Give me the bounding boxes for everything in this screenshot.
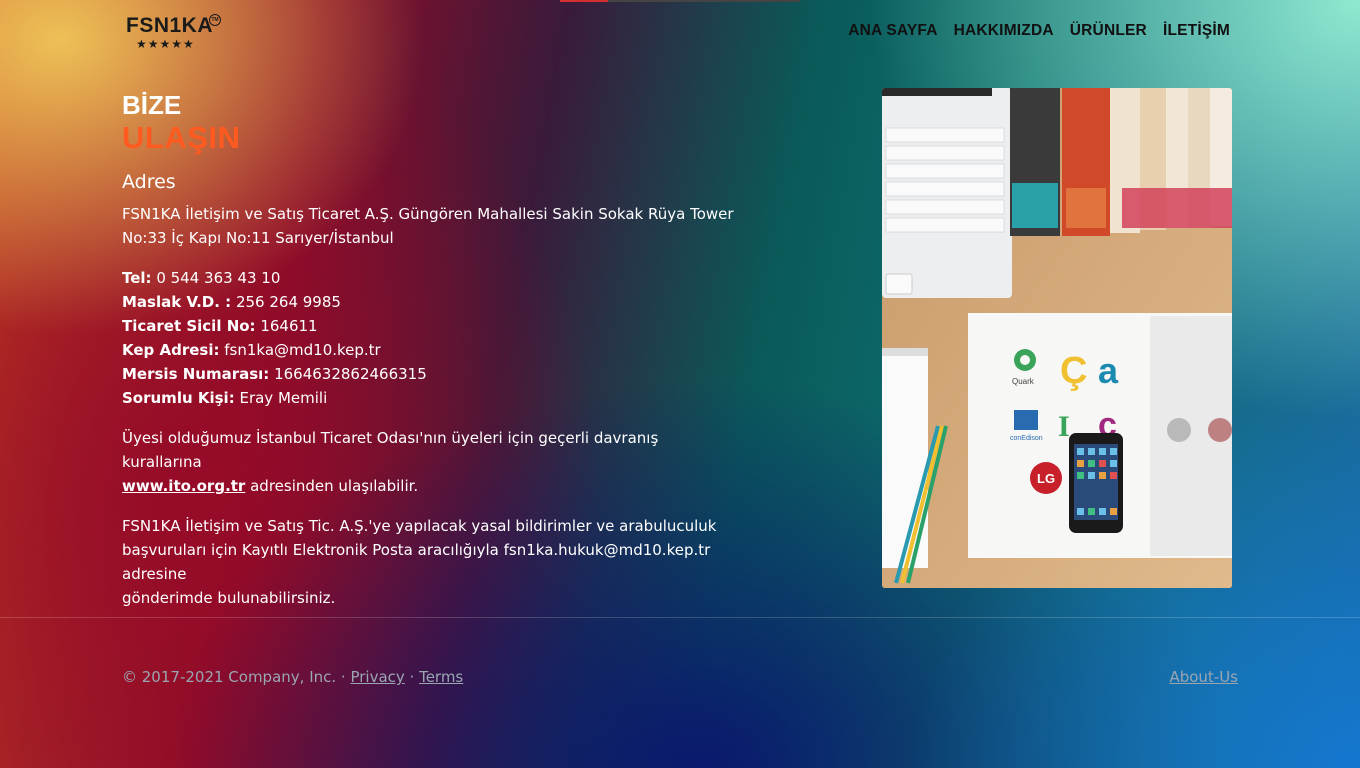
main-nav: ANA SAYFA HAKKIMIZDA ÜRÜNLER İLETİŞİM xyxy=(848,22,1230,40)
ito-notice: Üyesi olduğumuz İstanbul Ticaret Odası'n… xyxy=(122,426,742,498)
lg-logo-icon: LG xyxy=(1037,471,1055,486)
address-line-1: FSN1KA İletişim ve Satış Ticaret A.Ş. Gü… xyxy=(122,205,734,223)
ito-link[interactable]: www.ito.org.tr xyxy=(122,477,245,495)
detail-value: 0 544 363 43 10 xyxy=(151,269,281,287)
detail-label: Kep Adresi: xyxy=(122,341,220,359)
detail-kep: Kep Adresi: fsn1ka@md10.kep.tr xyxy=(122,338,742,362)
page-loading-bar xyxy=(560,0,800,2)
detail-label: Sorumlu Kişi: xyxy=(122,389,235,407)
desk-photo: Quark Ç a conEdison I c LG xyxy=(882,88,1232,588)
footer-separator: · xyxy=(404,668,420,686)
detail-label: Tel: xyxy=(122,269,152,287)
footer-copyright: © 2017-2021 Company, Inc. · Privacy · Te… xyxy=(122,668,463,686)
ito-text-after: adresinden ulaşılabilir. xyxy=(245,477,419,495)
logo-stars: ★★★★★ xyxy=(136,37,195,51)
footer-about: About-Us xyxy=(1169,668,1238,686)
detail-value: fsn1ka@md10.kep.tr xyxy=(219,341,381,359)
laptop-icon xyxy=(882,88,1012,298)
quark-logo-icon: Quark xyxy=(1012,377,1035,386)
detail-label: Mersis Numarası: xyxy=(122,365,270,383)
detail-trade-registry: Ticaret Sicil No: 164611 xyxy=(122,314,742,338)
detail-responsible: Sorumlu Kişi: Eray Memili xyxy=(122,386,742,410)
heading-ulasin: ULAŞIN xyxy=(122,120,241,155)
ito-line-2: www.ito.org.tr adresinden ulaşılabilir. xyxy=(122,474,742,498)
brand-logo[interactable]: FSN1KA ★★★★★ TM xyxy=(126,14,226,54)
nav-home[interactable]: ANA SAYFA xyxy=(848,22,937,40)
legal-line-3: gönderimde bulunabilirsiniz. xyxy=(122,589,336,607)
detail-tax-office: Maslak V.D. : 256 264 9985 xyxy=(122,290,742,314)
detail-value: Eray Memili xyxy=(234,389,328,407)
nav-products[interactable]: ÜRÜNLER xyxy=(1070,22,1147,40)
address-block: FSN1KA İletişim ve Satış Ticaret A.Ş. Gü… xyxy=(122,202,742,250)
privacy-link[interactable]: Privacy xyxy=(350,668,404,686)
desk-illustration: Quark Ç a conEdison I c LG xyxy=(882,88,1232,588)
address-title: Adres xyxy=(122,171,176,193)
legal-line-2: başvuruları için Kayıtlı Elektronik Post… xyxy=(122,541,711,583)
svg-text:a: a xyxy=(1098,350,1119,391)
ito-text: Üyesi olduğumuz İstanbul Ticaret Odası'n… xyxy=(122,429,659,471)
trademark-icon: TM xyxy=(209,14,221,26)
company-details: Tel: 0 544 363 43 10 Maslak V.D. : 256 2… xyxy=(122,266,742,410)
detail-label: Maslak V.D. : xyxy=(122,293,232,311)
address-line-2: No:33 İç Kapı No:11 Sarıyer/İstanbul xyxy=(122,229,394,247)
svg-text:Ç: Ç xyxy=(1060,350,1087,392)
detail-mersis: Mersis Numarası: 1664632862466315 xyxy=(122,362,742,386)
detail-value: 164611 xyxy=(255,317,318,335)
detail-value: 1664632862466315 xyxy=(269,365,427,383)
heading-bize: BİZE xyxy=(122,90,182,120)
about-us-link[interactable]: About-Us xyxy=(1169,668,1238,686)
legal-line-1: FSN1KA İletişim ve Satış Tic. A.Ş.'ye ya… xyxy=(122,517,717,535)
detail-phone: Tel: 0 544 363 43 10 xyxy=(122,266,742,290)
nav-about[interactable]: HAKKIMIZDA xyxy=(954,22,1054,40)
nav-contact[interactable]: İLETİŞİM xyxy=(1163,22,1230,40)
detail-label: Ticaret Sicil No: xyxy=(122,317,256,335)
detail-value: 256 264 9985 xyxy=(231,293,341,311)
books-icon xyxy=(1010,88,1232,236)
footer-divider xyxy=(0,617,1360,618)
smartphone-icon xyxy=(1069,433,1123,533)
svg-text:I: I xyxy=(1058,410,1070,443)
contact-section: BİZE ULAŞIN Adres FSN1KA İletişim ve Sat… xyxy=(122,90,742,626)
terms-link[interactable]: Terms xyxy=(419,668,463,686)
legal-notice: FSN1KA İletişim ve Satış Tic. A.Ş.'ye ya… xyxy=(122,514,742,610)
copyright-text: © 2017-2021 Company, Inc. · xyxy=(122,668,351,686)
conedison-logo-icon: conEdison xyxy=(1010,435,1043,442)
